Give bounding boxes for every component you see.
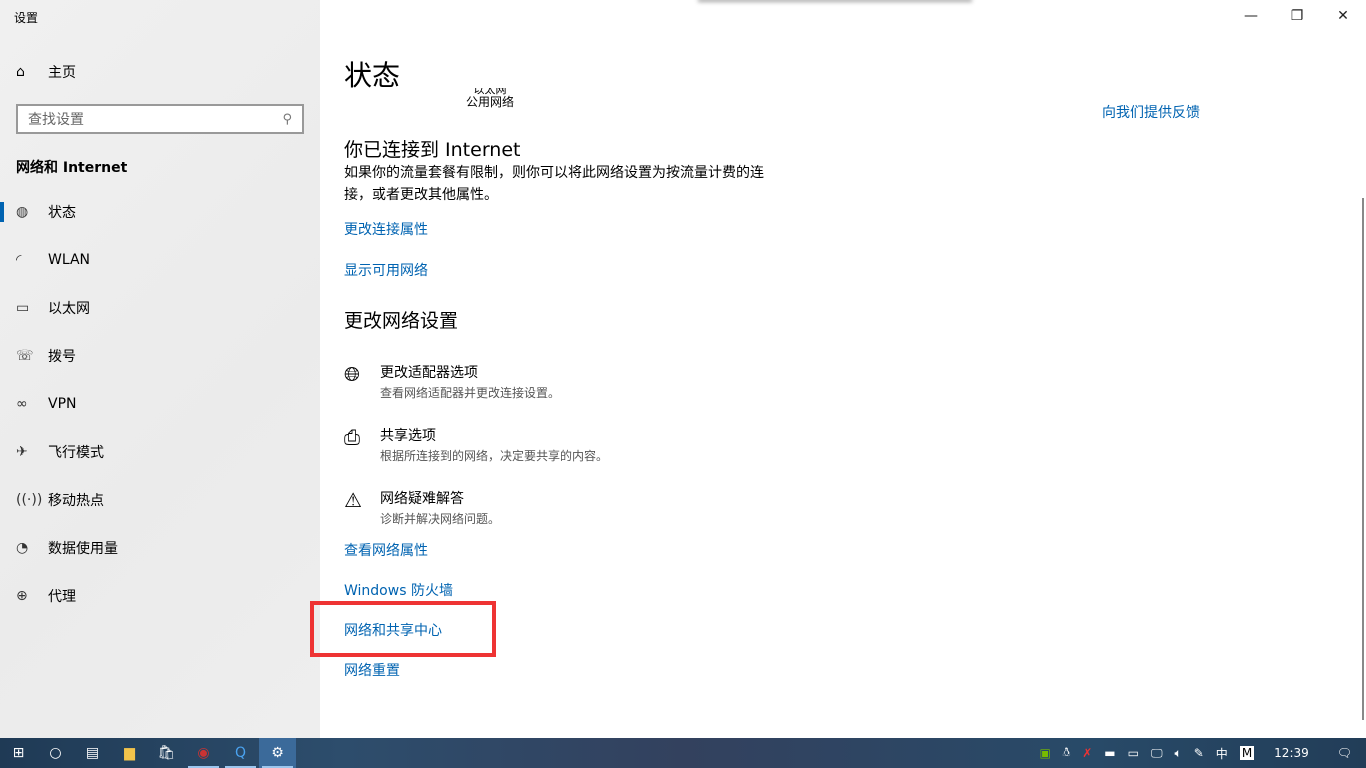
browser-icon[interactable]: Q — [222, 738, 259, 768]
sidebar-item-label: 飞行模式 — [48, 445, 104, 461]
ime-indicator[interactable]: 中 — [1210, 745, 1234, 762]
sidebar-item-4[interactable]: ∞ VPN — [0, 380, 320, 428]
scrollbar[interactable] — [1362, 198, 1364, 720]
sidebar-item-2[interactable]: ▭ 以太网 — [0, 284, 320, 332]
sidebar-item-label: VPN — [48, 396, 77, 412]
adapter-options[interactable]: 🌐︎ 更改适配器选项查看网络适配器并更改连接设置。 — [344, 362, 560, 401]
view-network-properties-link[interactable]: 查看网络属性 — [344, 540, 428, 560]
action-center-icon[interactable]: 🗨︎ — [1323, 746, 1366, 760]
clock[interactable]: 12:39 — [1260, 746, 1323, 760]
globe-icon: ◍ — [16, 204, 29, 220]
task-view-icon[interactable]: ▤ — [74, 738, 111, 768]
highlight-box — [310, 601, 496, 657]
warning-icon: ⚠ — [344, 488, 362, 512]
sidebar-item-label: 拨号 — [48, 349, 76, 365]
sidebar-home[interactable]: ⌂ 主页 — [16, 62, 76, 82]
battery-icon[interactable]: ▭ — [1122, 746, 1145, 760]
close-button[interactable]: ✕ — [1320, 0, 1366, 32]
store-icon[interactable]: 🛍︎ — [148, 738, 185, 768]
windows-firewall-link[interactable]: Windows 防火墙 — [344, 580, 453, 600]
network-reset-link[interactable]: 网络重置 — [344, 660, 400, 680]
sidebar-item-label: 数据使用量 — [48, 541, 118, 557]
feedback-link[interactable]: 向我们提供反馈 — [1102, 102, 1200, 122]
option-desc: 查看网络适配器并更改连接设置。 — [380, 386, 561, 400]
home-icon: ⌂ — [16, 64, 25, 80]
search-placeholder: 查找设置 — [28, 112, 84, 128]
sharing-icon: ⎙ — [344, 425, 360, 449]
section-heading: 网络和 Internet — [16, 160, 128, 176]
airplane-icon: ✈ — [16, 444, 28, 460]
start-icon[interactable]: ⊞ — [0, 738, 37, 768]
vpn-icon: ∞ — [16, 396, 28, 412]
option-title: 网络疑难解答 — [380, 491, 464, 507]
sidebar-item-1[interactable]: ◜ WLAN — [0, 236, 320, 284]
search-icon[interactable]: ⚲ — [282, 112, 292, 127]
sidebar-item-8[interactable]: ⊕ 代理 — [0, 572, 320, 620]
connected-heading: 你已连接到 Internet — [344, 139, 521, 161]
sharing-options[interactable]: ⎙ 共享选项根据所连接到的网络，决定要共享的内容。 — [344, 425, 608, 464]
dialup-icon: ☏ — [16, 348, 34, 364]
option-title: 更改适配器选项 — [380, 365, 478, 381]
cortana-icon[interactable]: ○ — [37, 738, 74, 768]
sidebar-item-label: 状态 — [48, 205, 76, 221]
app-icon[interactable]: ◉ — [185, 738, 222, 768]
wifi-icon: ◜ — [16, 252, 22, 268]
window-title: 设置 — [14, 11, 39, 25]
home-label: 主页 — [48, 65, 76, 81]
search-input[interactable]: 查找设置 ⚲ — [16, 104, 304, 134]
ime-mode[interactable]: M — [1239, 746, 1255, 760]
change-connection-properties-link[interactable]: 更改连接属性 — [344, 219, 428, 239]
qq-icon[interactable]: 🐧︎ — [1057, 745, 1076, 761]
show-available-networks-link[interactable]: 显示可用网络 — [344, 260, 428, 280]
network-status: 以太网 公用网络 — [450, 88, 530, 110]
tray-misc-icon[interactable]: ▬ — [1098, 746, 1121, 760]
proxy-icon: ⊕ — [16, 588, 28, 604]
sidebar-item-0[interactable]: ◍ 状态 — [0, 188, 320, 236]
nvidia-icon[interactable]: ▣ — [1033, 746, 1056, 760]
sidebar: 设置 ⌂ 主页 查找设置 ⚲ 网络和 Internet ◍ 状态 ◜ WLAN ▭ 以太网 ☏ 拨… — [0, 0, 320, 738]
maximize-button[interactable]: ❐ — [1274, 0, 1320, 32]
page-title: 状态 — [344, 59, 401, 92]
sidebar-item-3[interactable]: ☏ 拨号 — [0, 332, 320, 380]
sidebar-item-label: 代理 — [48, 589, 76, 605]
data-usage-icon: ◔ — [16, 540, 29, 556]
sidebar-item-5[interactable]: ✈ 飞行模式 — [0, 428, 320, 476]
option-title: 共享选项 — [380, 428, 436, 444]
volume-icon[interactable]: 🔈︎ — [1169, 746, 1188, 761]
hotspot-icon: ((·)) — [16, 492, 43, 508]
connection-description: 如果你的流量套餐有限制，则你可以将此网络设置为按流量计费的连接，或者更改其他属性… — [344, 165, 764, 203]
settings-icon[interactable]: ⚙ — [259, 738, 296, 768]
ethernet-icon: ▭ — [16, 300, 30, 316]
pen-icon[interactable]: ✎ — [1188, 746, 1210, 760]
tray-app-icon[interactable]: ✗ — [1076, 746, 1098, 760]
taskbar: ⊞ ○ ▤ ▆ 🛍︎ ◉ Q ⚙ ▣ 🐧︎ ✗ ▬ ▭ 🖵︎ 🔈︎ ✎ 中 M … — [0, 738, 1366, 768]
ethernet-name: 以太网 — [473, 88, 507, 95]
sidebar-item-label: 移动热点 — [48, 493, 104, 509]
network-type: 公用网络 — [465, 95, 514, 109]
network-icon[interactable]: 🖵︎ — [1145, 746, 1169, 761]
file-explorer-icon[interactable]: ▆ — [111, 738, 148, 768]
option-desc: 根据所连接到的网络，决定要共享的内容。 — [380, 449, 609, 463]
change-network-heading: 更改网络设置 — [344, 310, 459, 332]
option-desc: 诊断并解决网络问题。 — [380, 512, 501, 526]
sidebar-item-label: WLAN — [48, 252, 91, 268]
adapter-globe-icon: 🌐︎ — [344, 362, 360, 386]
network-troubleshooter[interactable]: ⚠ 网络疑难解答诊断并解决网络问题。 — [344, 488, 500, 527]
sidebar-item-7[interactable]: ◔ 数据使用量 — [0, 524, 320, 572]
main-content: — ❐ ✕ 状态 以太网 公用网络 向我们提供反馈 你已连接到 Internet… — [310, 0, 1366, 738]
sidebar-item-label: 以太网 — [48, 301, 90, 317]
sidebar-item-6[interactable]: ((·)) 移动热点 — [0, 476, 320, 524]
minimize-button[interactable]: — — [1228, 0, 1274, 32]
